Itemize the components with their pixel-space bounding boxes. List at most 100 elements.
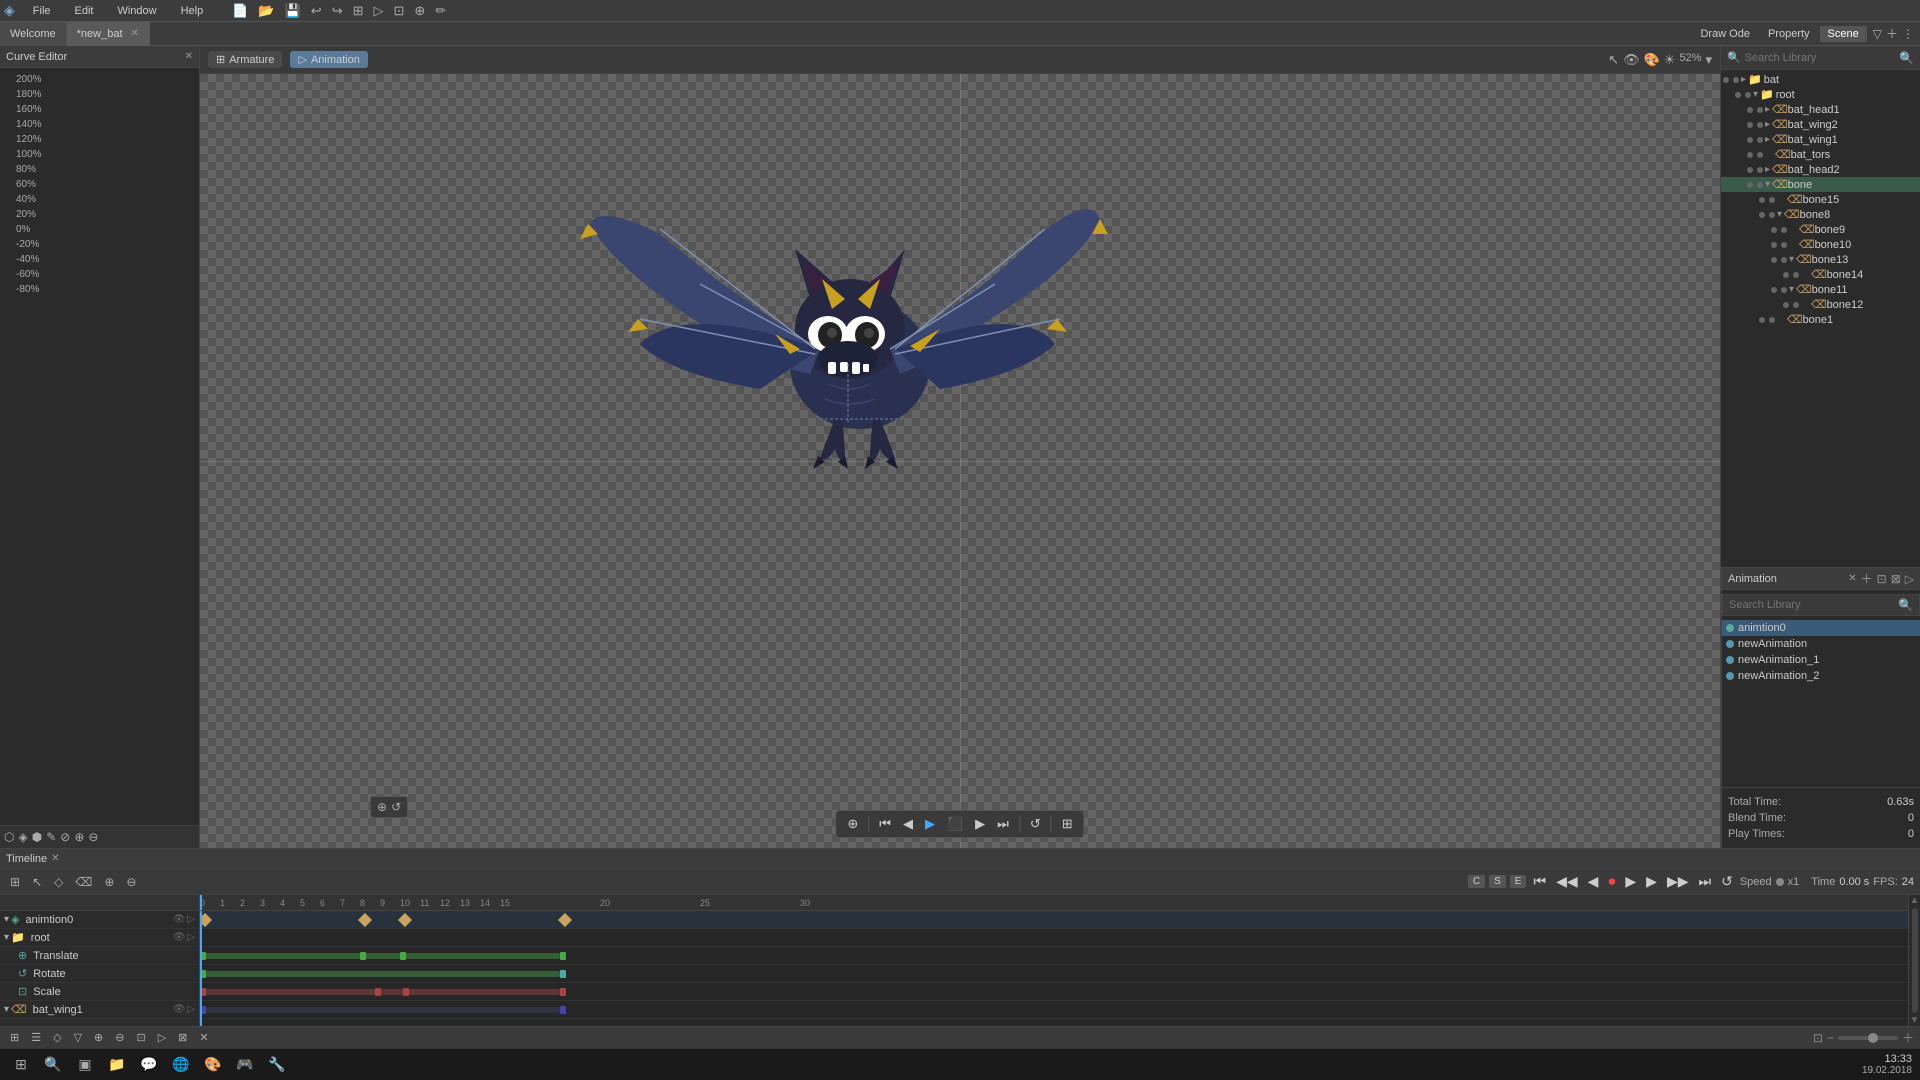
vp-tool-add[interactable]: ⊕ [377, 800, 387, 814]
tl-footer-more3[interactable]: ⊠ [174, 1029, 191, 1046]
tl-select-icon[interactable]: ↖ [28, 873, 46, 891]
track-eye-root[interactable]: 👁 [173, 932, 186, 943]
paint-icon[interactable]: 🎨 [1644, 52, 1660, 68]
scene-btn[interactable]: Scene [1820, 26, 1867, 42]
curve-tool-5[interactable]: ⊘ [60, 830, 70, 844]
draw-ode-btn[interactable]: Draw Ode [1692, 26, 1758, 42]
loop-icon[interactable]: ↺ [1025, 814, 1046, 834]
add-icon[interactable]: ＋ [1886, 25, 1898, 42]
tl-footer-more4[interactable]: ✕ [195, 1029, 212, 1046]
tl-scrollbar[interactable]: ▲ ▼ [1908, 895, 1920, 1026]
menu-edit[interactable]: Edit [69, 3, 100, 19]
tl-footer-key[interactable]: ◇ [49, 1029, 65, 1046]
view-icon[interactable]: 👁 [1623, 52, 1640, 68]
lane-animtion0[interactable] [200, 911, 1908, 929]
tool4-icon[interactable]: ⊕ [411, 2, 428, 20]
anim-item-animtion0[interactable]: animtion0 [1722, 620, 1920, 636]
search-magnifier-icon[interactable]: 🔍 [1899, 51, 1914, 65]
tree-item-bat-head1[interactable]: ▸ ⌫ bat_head1 [1721, 102, 1920, 117]
save-icon[interactable]: 💾 [282, 2, 304, 20]
prev-frame-icon[interactable]: ⏮ [874, 814, 896, 834]
transport-next[interactable]: ▶▶ [1664, 872, 1692, 891]
kf-t-0[interactable] [200, 952, 206, 960]
start-button[interactable]: ⊞ [8, 1052, 34, 1078]
track-lock-icon[interactable]: ▷ [187, 914, 195, 925]
tree-item-bone13[interactable]: ▾ ⌫ bone13 [1721, 252, 1920, 267]
curve-tool-4[interactable]: ✎ [46, 830, 56, 844]
lane-root[interactable] [200, 929, 1908, 947]
track-scale[interactable]: ⊡ Scale [0, 983, 199, 1001]
filter-icon[interactable]: ▽ [1873, 27, 1882, 41]
tl-footer-grid[interactable]: ⊞ [6, 1029, 23, 1046]
track-eye-batwing1[interactable]: 👁 [173, 1004, 186, 1015]
vp-tool-r[interactable]: ↺ [391, 800, 401, 814]
animation-search-input[interactable] [1729, 599, 1894, 611]
task-view[interactable]: ▣ [72, 1052, 98, 1078]
zoom-out-icon[interactable]: − [1827, 1031, 1834, 1045]
tree-item-bone1[interactable]: ⌫ bone1 [1721, 312, 1920, 327]
file-explorer[interactable]: 📁 [104, 1052, 130, 1078]
anim-item-newAnimation[interactable]: newAnimation [1722, 636, 1920, 652]
anim-add-icon[interactable]: ＋ [1861, 570, 1873, 587]
tree-item-bone9[interactable]: ⌫ bone9 [1721, 222, 1920, 237]
tl-footer-list[interactable]: ☰ [27, 1029, 45, 1046]
tool2-icon[interactable]: ▷ [371, 2, 387, 20]
kf-s-0[interactable] [200, 988, 206, 996]
tree-item-bat-wing1[interactable]: ▸ ⌫ bat_wing1 [1721, 132, 1920, 147]
open-icon[interactable]: 📂 [255, 2, 277, 20]
zoom-in-icon[interactable]: ＋ [1902, 1029, 1914, 1046]
tl-e-btn[interactable]: E [1510, 875, 1527, 888]
kf-w-18[interactable] [560, 1006, 566, 1014]
tree-item-bone15[interactable]: ⌫ bone15 [1721, 192, 1920, 207]
lane-rotate[interactable] [200, 965, 1908, 983]
tl-del-key-icon[interactable]: ⊖ [122, 873, 140, 891]
zoom-slider-thumb[interactable] [1868, 1033, 1878, 1043]
track-expand-root[interactable]: ▾ [4, 932, 9, 943]
transport-record[interactable]: ⏺ [1605, 872, 1618, 891]
track-eye-icon[interactable]: 👁 [173, 914, 186, 925]
lane-batwing1[interactable] [200, 1001, 1908, 1019]
tree-item-bone10[interactable]: ⌫ bone10 [1721, 237, 1920, 252]
tree-item-root[interactable]: ▾ 📁 root [1721, 87, 1920, 102]
skype-icon[interactable]: 💬 [136, 1052, 162, 1078]
kf-s-10[interactable] [403, 988, 409, 996]
play-icon[interactable]: ▶ [920, 814, 940, 834]
close-tab-icon[interactable]: ✕ [131, 28, 139, 39]
next-frame-icon[interactable]: ⏭ [992, 814, 1014, 834]
anim-search-icon[interactable]: 🔍 [1898, 598, 1913, 612]
play-start-icon[interactable]: ⊕ [842, 814, 863, 834]
kf-r-0[interactable] [200, 970, 206, 978]
tl-footer-filter[interactable]: ▽ [70, 1029, 86, 1046]
curve-tool-2[interactable]: ◈ [18, 830, 27, 844]
tab-new-bat[interactable]: *new_bat ✕ [67, 22, 150, 46]
redo-icon[interactable]: ↪ [329, 2, 346, 20]
transport-prev[interactable]: ◀◀ [1553, 872, 1581, 891]
kf-t-8[interactable] [360, 952, 366, 960]
tl-add-key-icon[interactable]: ⊕ [100, 873, 118, 891]
track-expand-batwing1[interactable]: ▾ [4, 1004, 9, 1015]
lane-scale[interactable] [200, 983, 1908, 1001]
tl-footer-del[interactable]: ⊖ [111, 1029, 128, 1046]
tree-item-bone[interactable]: ▾ ⌫ bone [1721, 177, 1920, 192]
transport-loop[interactable]: ↺ [1718, 872, 1736, 891]
game-icon[interactable]: 🎮 [232, 1052, 258, 1078]
scroll-up-icon[interactable]: ▲ [1910, 895, 1920, 906]
tl-footer-add[interactable]: ⊕ [90, 1029, 107, 1046]
track-translate[interactable]: ⊕ Translate [0, 947, 199, 965]
curve-tool-6[interactable]: ⊕ [74, 830, 84, 844]
curve-tool-1[interactable]: ⬡ [4, 830, 14, 844]
transport-to-start[interactable]: ⏮ [1530, 872, 1549, 891]
kf-t-10[interactable] [400, 952, 406, 960]
lane-translate[interactable] [200, 947, 1908, 965]
tree-item-bat[interactable]: ▸ 📁 bat [1721, 72, 1920, 87]
close-timeline-icon[interactable]: ✕ [51, 853, 59, 864]
curve-tool-7[interactable]: ⊖ [88, 830, 98, 844]
track-lock-batwing1[interactable]: ▷ [187, 1004, 195, 1015]
undo-icon[interactable]: ↩ [308, 2, 325, 20]
anim-item-newAnimation1[interactable]: newAnimation_1 [1722, 652, 1920, 668]
transport-play[interactable]: ▶ [1622, 872, 1639, 891]
stop-icon[interactable]: ⬛ [942, 814, 968, 834]
tl-s-btn[interactable]: S [1489, 875, 1506, 888]
tab-welcome[interactable]: Welcome [0, 22, 67, 46]
scroll-down-icon[interactable]: ▼ [1910, 1015, 1920, 1026]
